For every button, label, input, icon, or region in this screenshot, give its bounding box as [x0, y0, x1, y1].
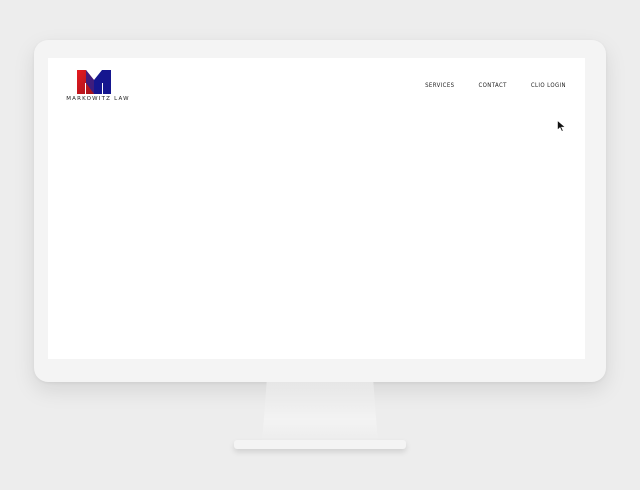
monitor-stand-base: [234, 440, 406, 449]
nav-item-clio-login[interactable]: CLIO LOGIN: [531, 82, 566, 89]
site-logo[interactable]: MARKOWITZ LAW: [63, 70, 133, 104]
nav-item-services[interactable]: SERVICES: [425, 82, 454, 89]
logo-wordmark: MARKOWITZ LAW: [66, 96, 130, 102]
main-navigation: SERVICES CONTACT CLIO LOGIN: [425, 82, 566, 89]
mouse-pointer-icon: [557, 120, 566, 132]
nav-item-contact[interactable]: CONTACT: [478, 82, 506, 89]
monitor-stand-neck: [262, 382, 378, 444]
markowitz-m-logo-icon: [77, 70, 111, 94]
monitor-frame: MARKOWITZ LAW SERVICES CONTACT CLIO LOGI…: [34, 40, 606, 382]
website-viewport: MARKOWITZ LAW SERVICES CONTACT CLIO LOGI…: [48, 58, 585, 359]
